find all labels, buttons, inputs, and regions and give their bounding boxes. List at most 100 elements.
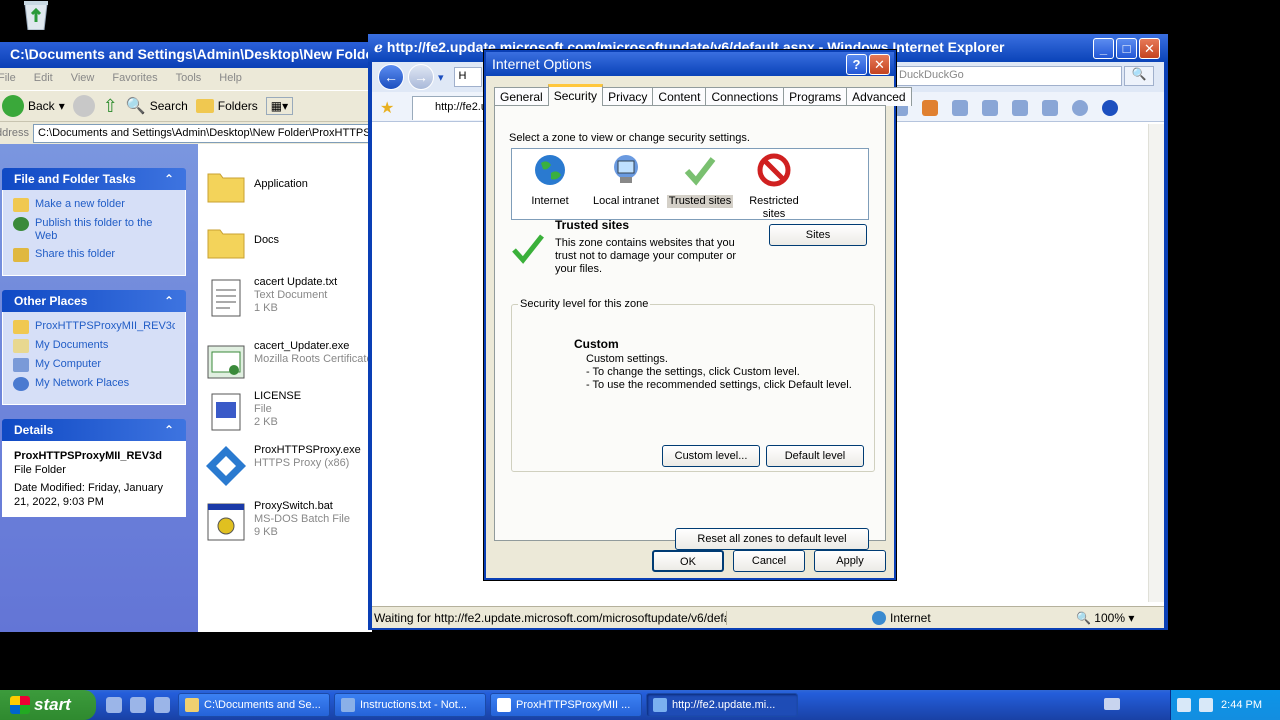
other-place-rev3c[interactable]: ProxHTTPSProxyMII_REV3c — [13, 320, 175, 334]
show-desktop-icon[interactable] — [154, 697, 170, 713]
sites-button[interactable]: Sites — [769, 224, 867, 246]
feeds-icon[interactable] — [922, 100, 938, 116]
folders-button[interactable]: Folders — [195, 99, 258, 113]
zoom-icon: 🔍 — [1076, 610, 1091, 625]
taskbar: start C:\Documents and Se... Instruction… — [0, 690, 1280, 720]
ie-address-input[interactable]: H — [453, 67, 482, 87]
task-proxy[interactable]: ProxHTTPSProxyMII ... — [490, 693, 642, 717]
tray-icon[interactable] — [1177, 698, 1192, 712]
keyboard-icon[interactable] — [1104, 698, 1120, 710]
mail-icon[interactable] — [952, 100, 968, 116]
explorer-address-bar: ddress C:\Documents and Settings\Admin\D… — [0, 122, 372, 144]
back-button[interactable]: Back ▾ — [2, 95, 65, 117]
make-new-folder-link[interactable]: Make a new folder — [13, 198, 175, 212]
print-icon[interactable] — [982, 100, 998, 116]
help-icon[interactable] — [1102, 100, 1118, 116]
cancel-button[interactable]: Cancel — [733, 550, 805, 572]
minimize-button[interactable]: _ — [1093, 38, 1114, 59]
tab-programs[interactable]: Programs — [783, 87, 848, 106]
zone-trusted-sites[interactable]: Trusted sites — [660, 153, 740, 208]
menu-file[interactable]: File — [0, 72, 16, 90]
file-folder-tasks-header[interactable]: File and Folder Tasks ⌃ — [2, 168, 186, 190]
other-place-my-documents[interactable]: My Documents — [13, 339, 175, 353]
tab-content[interactable]: Content — [652, 87, 707, 106]
apply-button[interactable]: Apply — [814, 550, 886, 572]
quicklaunch-icon[interactable] — [130, 697, 146, 713]
maximize-button[interactable]: □ — [1116, 38, 1137, 59]
reset-all-zones-button[interactable]: Reset all zones to default level — [675, 528, 869, 550]
tab-general[interactable]: General — [494, 87, 549, 106]
file-item[interactable]: cacert_Updater.exe Mozilla Roots Certific… — [204, 340, 373, 384]
details-header[interactable]: Details ⌃ — [2, 419, 186, 441]
favorites-star-icon[interactable]: ★ — [380, 98, 394, 118]
safety-icon[interactable] — [1042, 100, 1058, 116]
recycle-bin-icon[interactable] — [20, 0, 52, 30]
text-document-icon — [211, 279, 241, 317]
file-icon — [211, 393, 241, 431]
dialog-title-bar: Internet Options ? ✕ — [486, 52, 894, 76]
history-dropdown-icon[interactable]: ▾ — [438, 71, 444, 84]
file-item[interactable]: ProxySwitch.bat MS-DOS Batch File 9 KB — [204, 500, 350, 544]
tab-connections[interactable]: Connections — [705, 87, 785, 106]
share-folder-link[interactable]: Share this folder — [13, 248, 175, 262]
file-item[interactable]: LICENSE File 2 KB — [204, 390, 301, 434]
zone-local-intranet[interactable]: Local intranet — [586, 153, 666, 208]
quick-launch — [106, 697, 170, 713]
zone-title: Trusted sites — [555, 218, 630, 232]
file-item[interactable]: Docs — [204, 220, 279, 264]
task-notepad[interactable]: Instructions.txt - Not... — [334, 693, 486, 717]
ie-scrollbar[interactable] — [1148, 124, 1164, 602]
menu-edit[interactable]: Edit — [34, 72, 53, 90]
dialog-close-button[interactable]: ✕ — [869, 54, 890, 75]
tab-security[interactable]: Security — [547, 84, 604, 106]
file-item[interactable]: Application — [204, 164, 308, 208]
other-place-my-network[interactable]: My Network Places — [13, 377, 175, 391]
other-place-my-computer[interactable]: My Computer — [13, 358, 175, 372]
address-input[interactable]: C:\Documents and Settings\Admin\Desktop\… — [33, 123, 372, 143]
ie-search-input[interactable]: DuckDuckGo — [892, 66, 1122, 86]
folder-icon — [185, 698, 199, 712]
ie-search-button[interactable]: 🔍 — [1124, 66, 1154, 86]
publish-folder-link[interactable]: Publish this folder to the Web — [13, 217, 175, 243]
tools-gear-icon[interactable] — [1072, 100, 1088, 116]
task-explorer[interactable]: C:\Documents and Se... — [178, 693, 330, 717]
menu-favorites[interactable]: Favorites — [112, 72, 157, 90]
level-line-1: Custom settings. — [586, 353, 668, 365]
select-zone-label: Select a zone to view or change security… — [509, 132, 750, 144]
file-item[interactable]: cacert Update.txt Text Document 1 KB — [204, 276, 337, 320]
default-level-button[interactable]: Default level — [766, 445, 864, 467]
status-zone[interactable]: Internet — [872, 610, 931, 625]
ok-button[interactable]: OK — [652, 550, 724, 572]
menu-help[interactable]: Help — [219, 72, 242, 90]
search-button[interactable]: 🔍 Search — [126, 96, 188, 116]
tab-advanced[interactable]: Advanced — [846, 87, 912, 106]
file-folder-tasks-panel: File and Folder Tasks ⌃ Make a new folder… — [2, 168, 186, 276]
zone-restricted-sites[interactable]: Restricted sites — [734, 153, 814, 221]
tab-privacy[interactable]: Privacy — [602, 87, 654, 106]
ie-forward-button[interactable]: → — [408, 64, 434, 90]
file-item[interactable]: ProxHTTPSProxy.exe HTTPS Proxy (x86) — [204, 444, 361, 488]
page-icon[interactable] — [1012, 100, 1028, 116]
task-ie[interactable]: http://fe2.update.mi... — [646, 693, 798, 717]
up-folder-icon[interactable]: ⇧ — [103, 96, 118, 117]
other-places-header[interactable]: Other Places ⌃ — [2, 290, 186, 312]
globe-icon — [13, 217, 29, 231]
back-arrow-icon — [2, 95, 24, 117]
forward-button[interactable] — [72, 95, 95, 117]
clock[interactable]: 2:44 PM — [1221, 699, 1262, 711]
ie-back-button[interactable]: ← — [378, 64, 404, 90]
system-tray: 2:44 PM — [1170, 690, 1280, 720]
status-zoom[interactable]: 🔍 100% ▾ — [1076, 611, 1134, 625]
search-icon: 🔍 — [125, 98, 146, 115]
ie-quicklaunch-icon[interactable] — [106, 697, 122, 713]
close-button[interactable]: ✕ — [1139, 38, 1160, 59]
menu-view[interactable]: View — [71, 72, 95, 90]
dialog-help-button[interactable]: ? — [846, 54, 867, 75]
zone-internet[interactable]: Internet — [510, 153, 590, 208]
custom-level-button[interactable]: Custom level... — [662, 445, 760, 467]
menu-tools[interactable]: Tools — [176, 72, 202, 90]
computer-icon — [13, 358, 29, 372]
start-button[interactable]: start — [0, 690, 96, 720]
views-button[interactable]: ▦▾ — [265, 97, 294, 115]
tray-icon[interactable] — [1199, 698, 1214, 712]
